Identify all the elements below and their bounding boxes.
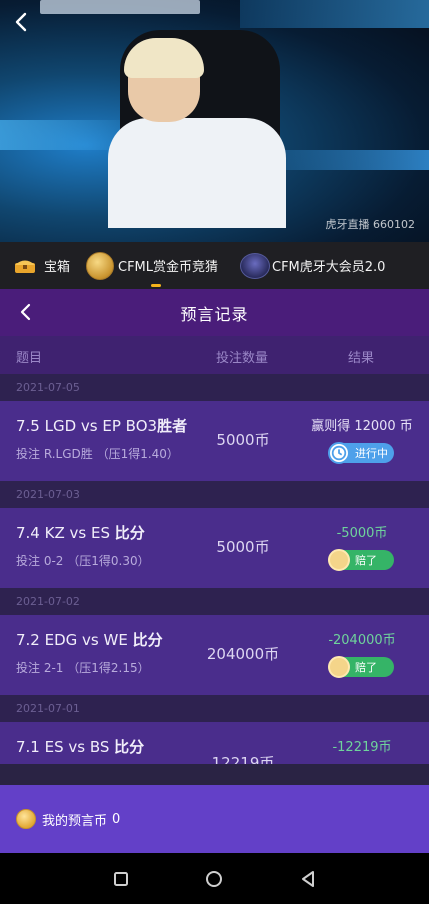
record-amount: 5000币 — [216, 538, 270, 556]
record-result: -12219币 — [332, 740, 392, 755]
tab-label: CFM虎牙大会员2.0 — [272, 260, 386, 275]
column-amount: 投注数量 — [216, 351, 269, 366]
record-result: -204000币 — [328, 633, 396, 648]
status-badge: 进行中 — [328, 442, 394, 464]
activity-tabs: 宝箱 CFML赏金币竞猜 CFM虎牙大会员2.0 — [0, 242, 429, 289]
player-shirt — [108, 118, 286, 228]
recent-apps-icon[interactable] — [111, 869, 131, 889]
record-bet: 投注 2-1 （压1得2.15） — [16, 661, 150, 675]
my-coins-value: 0 — [112, 811, 121, 827]
page-title: 预言记录 — [180, 304, 249, 324]
column-topic: 题目 — [16, 351, 43, 366]
tab-cfm-vip[interactable]: CFM虎牙大会员2.0 — [240, 242, 429, 289]
clock-icon — [328, 442, 350, 464]
vip-badge-icon — [240, 252, 270, 279]
coin-icon — [16, 809, 36, 829]
system-nav-bar — [0, 853, 429, 904]
date-separator: 2021-07-05 — [0, 374, 429, 401]
sad-face-icon — [328, 656, 350, 678]
gold-coin-icon — [86, 251, 114, 280]
record-bet: 投注 0-2 （压1得0.30） — [16, 554, 150, 568]
tab-treasure-chest[interactable]: 宝箱 — [0, 242, 86, 289]
my-coins-label: 我的预言币 — [42, 813, 108, 829]
list-item[interactable]: 7.4 KZ vs ES 比分 投注 0-2 （压1得0.30） 5000币 -… — [0, 508, 429, 588]
prediction-records-list[interactable]: 2021-07-05 7.5 LGD vs EP BO3胜者 投注 R.LGD胜… — [0, 374, 429, 764]
list-item[interactable]: 7.5 LGD vs EP BO3胜者 投注 R.LGD胜 （压1得1.40） … — [0, 401, 429, 481]
back-chevron-icon[interactable] — [16, 302, 36, 322]
record-amount: 5000币 — [216, 431, 270, 449]
tab-label: CFML赏金币竞猜 — [118, 260, 219, 275]
record-title: 7.5 LGD vs EP BO3胜者 — [16, 417, 188, 435]
back-triangle-icon[interactable] — [298, 869, 318, 889]
table-header: 题目 投注数量 结果 — [0, 336, 429, 374]
record-title: 7.2 EDG vs WE 比分 — [16, 631, 163, 649]
panel-header: 预言记录 — [0, 289, 429, 336]
status-badge: 赔了 — [328, 549, 394, 571]
record-title: 7.1 ES vs BS 比分 — [16, 738, 145, 756]
column-result: 结果 — [348, 351, 375, 366]
stage-screen — [240, 0, 429, 28]
record-title: 7.4 KZ vs ES 比分 — [16, 524, 145, 542]
record-result: -5000币 — [336, 526, 388, 541]
date-separator: 2021-07-01 — [0, 695, 429, 722]
treasure-chest-icon — [15, 260, 35, 273]
list-item[interactable]: 7.2 EDG vs WE 比分 投注 2-1 （压1得2.15） 204000… — [0, 615, 429, 695]
record-amount: 12219币 — [211, 754, 275, 764]
live-video-player[interactable]: 虎牙直播 660102 — [0, 0, 429, 242]
record-amount: 204000币 — [206, 645, 280, 663]
sad-face-icon — [328, 549, 350, 571]
date-separator: 2021-07-03 — [0, 481, 429, 508]
record-result: 赢则得 12000 币 — [311, 419, 413, 434]
stream-watermark: 虎牙直播 660102 — [325, 218, 416, 231]
back-arrow-icon[interactable] — [10, 10, 34, 34]
tab-cfml-bounty-guess[interactable]: CFML赏金币竞猜 — [86, 242, 240, 289]
date-separator: 2021-07-02 — [0, 588, 429, 615]
list-item[interactable]: 7.1 ES vs BS 比分 12219币 -12219币 — [0, 722, 429, 764]
tab-label: 宝箱 — [44, 260, 71, 275]
status-badge: 赔了 — [328, 656, 394, 678]
record-bet: 投注 R.LGD胜 （压1得1.40） — [16, 447, 179, 461]
home-icon[interactable] — [204, 869, 224, 889]
active-tab-indicator — [151, 284, 161, 287]
my-coins-bar: 我的预言币 0 — [0, 785, 429, 853]
stage-banner — [40, 0, 200, 14]
